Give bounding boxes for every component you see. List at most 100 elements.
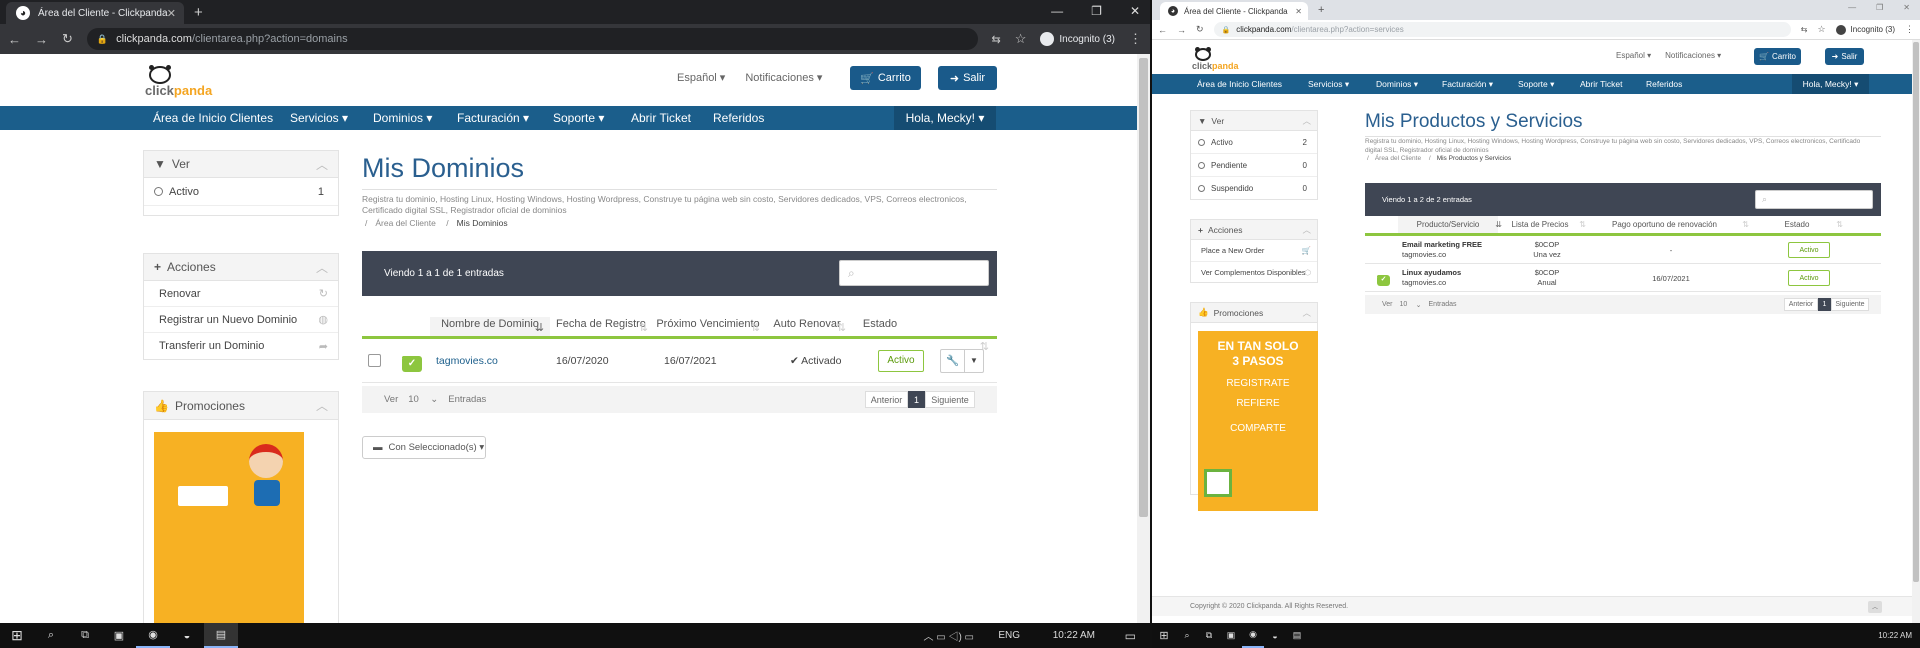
minimize-icon[interactable]: —	[1051, 4, 1063, 18]
logout-button[interactable]: ➜ Salir	[1825, 48, 1864, 65]
nav-services[interactable]: Servicios ▾	[1308, 79, 1349, 90]
chevron-up-icon[interactable]: ︿	[316, 397, 328, 414]
next-page-button[interactable]: Siguiente	[1831, 298, 1869, 311]
domain-link[interactable]: tagmovies.co	[436, 355, 556, 367]
star-icon[interactable]: ☆	[1817, 24, 1825, 35]
promo-banner[interactable]	[154, 432, 304, 623]
action-register-domain[interactable]: Registrar un Nuevo Dominio ◍	[144, 307, 338, 333]
chrome-icon[interactable]: ◉	[136, 623, 170, 648]
nav-referrals[interactable]: Referidos	[713, 111, 764, 125]
tray-icons[interactable]: ︿ ▭ ◁) ▭	[923, 628, 974, 643]
filter-item-activo[interactable]: Activo 2	[1191, 131, 1317, 154]
chevron-up-icon[interactable]: ︿	[316, 259, 328, 276]
explorer-icon[interactable]: ▣	[1220, 623, 1242, 648]
app-icon[interactable]: ▣	[102, 623, 136, 648]
notifications-icon[interactable]: ▭	[1125, 629, 1136, 643]
scrollbar-thumb[interactable]	[1139, 58, 1148, 517]
back-icon[interactable]: ←	[8, 32, 21, 47]
action-place-order[interactable]: Place a New Order 🛒	[1191, 240, 1317, 262]
windows-start-icon[interactable]: ⊞	[1152, 623, 1176, 648]
prev-page-button[interactable]: Anterior	[865, 391, 908, 408]
table-search-input[interactable]: ⌕	[1755, 190, 1873, 209]
language-dropdown[interactable]: Español ▾	[1616, 51, 1651, 60]
nav-billing[interactable]: Facturación ▾	[1442, 79, 1493, 90]
address-bar[interactable]: 🔒 clickpanda.com/clientarea.php?action=s…	[1213, 22, 1791, 37]
nav-open-ticket[interactable]: Abrir Ticket	[631, 111, 691, 125]
wrench-icon[interactable]: 🔧	[941, 349, 965, 372]
filter-item-activo[interactable]: Activo 1	[144, 178, 338, 206]
nav-support[interactable]: Soporte ▾	[553, 111, 604, 125]
nav-home[interactable]: Área de Inicio Clientes	[153, 111, 273, 125]
caret-down-icon[interactable]: ▼	[965, 350, 983, 372]
app-icon[interactable]: ▤	[1286, 623, 1308, 648]
page-size-select[interactable]: 10 ⌄	[404, 394, 442, 405]
product-name[interactable]: Email marketing FREE	[1402, 240, 1482, 249]
notifications-dropdown[interactable]: Notificaciones ▾	[1665, 51, 1721, 60]
promo-banner[interactable]: EN TAN SOLO 3 PASOS REGISTRATE REFIERE C…	[1198, 331, 1318, 511]
crumb-home[interactable]: Área del Cliente	[1375, 155, 1421, 162]
action-view-addons[interactable]: Ver Complementos Disponibles ⬡	[1191, 262, 1317, 283]
action-renew[interactable]: Renovar ↻	[144, 281, 338, 307]
browser-tab[interactable]: ◕ Área del Cliente - Clickpanda ✕	[6, 2, 184, 24]
restore-icon[interactable]: ❐	[1091, 4, 1102, 18]
table-row[interactable]: Email marketing FREE tagmovies.co $0COP Un…	[1365, 237, 1881, 264]
page-1-button[interactable]: 1	[908, 391, 925, 408]
chevron-up-icon[interactable]: ︿	[1302, 307, 1311, 319]
user-menu[interactable]: Hola, Mecky! ▾	[894, 106, 996, 130]
table-search-input[interactable]: ⌕	[839, 260, 989, 286]
row-checkbox[interactable]	[368, 354, 381, 367]
nav-home[interactable]: Área de Inicio Clientes	[1197, 79, 1282, 89]
page-size-select[interactable]: 10 ⌄	[1397, 301, 1425, 309]
windows-start-icon[interactable]: ⊞	[0, 623, 34, 648]
col-auto-renew[interactable]: Auto Renovar ⇅	[764, 317, 850, 336]
nav-domains[interactable]: Dominios ▾	[1376, 79, 1418, 90]
reload-icon[interactable]: ↻	[1196, 24, 1204, 35]
logout-button[interactable]: ➜ Salir	[938, 66, 997, 90]
search-icon[interactable]: ⌕	[34, 623, 68, 648]
filter-item-suspendido[interactable]: Suspendido 0	[1191, 177, 1317, 199]
crumb-home[interactable]: Área del Cliente	[375, 218, 435, 228]
nav-support[interactable]: Soporte ▾	[1518, 79, 1554, 90]
page-scrollbar[interactable]	[1912, 40, 1920, 623]
col-domain-name[interactable]: Nombre de Dominio ⇊	[430, 317, 550, 336]
incognito-app-icon[interactable]: ◒	[1264, 623, 1286, 648]
bulk-actions-dropdown[interactable]: ▬ Con Seleccionado(s) ▾	[362, 436, 486, 459]
clickpanda-logo[interactable]: clickpanda	[1192, 47, 1239, 72]
col-status[interactable]: Estado ⇅	[1747, 220, 1847, 229]
page-scrollbar[interactable]	[1137, 54, 1150, 623]
table-row[interactable]: ✓ Linux ayudamos tagmovies.co $0COP Anual …	[1365, 265, 1881, 292]
user-menu[interactable]: Hola, Mecky! ▾	[1792, 74, 1869, 94]
nav-services[interactable]: Servicios ▾	[290, 111, 348, 125]
nav-open-ticket[interactable]: Abrir Ticket	[1580, 79, 1623, 89]
forward-icon[interactable]: →	[35, 32, 48, 47]
col-price[interactable]: Lista de Precios ⇅	[1498, 220, 1586, 229]
forward-icon[interactable]: →	[1177, 25, 1186, 35]
restore-icon[interactable]: ❐	[1876, 3, 1883, 12]
table-row[interactable]: ✓ tagmovies.co 16/07/2020 16/07/2021 ✔ A…	[362, 339, 997, 383]
star-icon[interactable]: ☆	[1015, 31, 1027, 47]
cart-button[interactable]: 🛒 Carrito	[850, 66, 921, 90]
product-name[interactable]: Linux ayudamos	[1402, 268, 1461, 277]
action-transfer-domain[interactable]: Transferir un Dominio ➦	[144, 333, 338, 359]
manage-button-group[interactable]: 🔧 ▼	[940, 348, 984, 373]
nav-referrals[interactable]: Referidos	[1646, 79, 1682, 89]
chevron-up-icon[interactable]: ︿	[1302, 115, 1311, 127]
page-1-button[interactable]: 1	[1818, 298, 1831, 311]
language-dropdown[interactable]: Español ▾	[677, 71, 725, 84]
col-expires[interactable]: Próximo Vencimiento ⇅	[652, 317, 764, 336]
nav-domains[interactable]: Dominios ▾	[373, 111, 432, 125]
reload-icon[interactable]: ↻	[62, 31, 73, 47]
col-status[interactable]: Estado	[850, 317, 910, 336]
new-tab-icon[interactable]: +	[194, 4, 203, 21]
new-tab-icon[interactable]: +	[1318, 4, 1324, 16]
language-indicator[interactable]: ENG	[998, 630, 1020, 641]
nav-billing[interactable]: Facturación ▾	[457, 111, 529, 125]
active-app-icon[interactable]: ▤	[204, 623, 238, 648]
col-registered[interactable]: Fecha de Registro ⇅	[550, 317, 652, 336]
filter-item-pendiente[interactable]: Pendiente 0	[1191, 154, 1317, 177]
clickpanda-logo[interactable]: clickpanda	[145, 65, 212, 98]
minimize-icon[interactable]: —	[1848, 3, 1856, 12]
notifications-dropdown[interactable]: Notificaciones ▾	[745, 71, 822, 84]
clock[interactable]: 10:22 AM	[1878, 631, 1912, 640]
task-view-icon[interactable]: ⧉	[68, 623, 102, 648]
